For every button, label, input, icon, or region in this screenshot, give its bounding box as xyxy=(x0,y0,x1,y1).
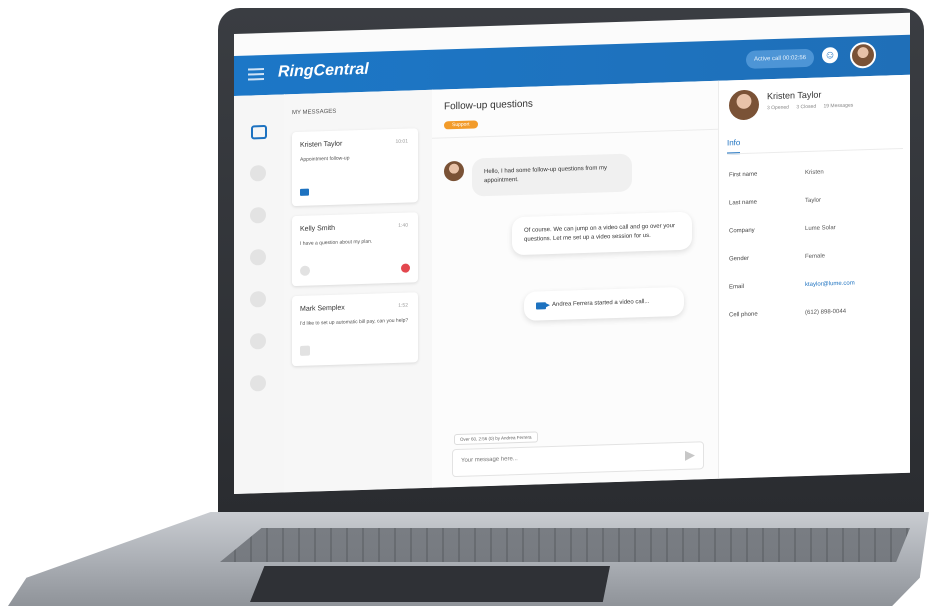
field-value: Female xyxy=(805,253,826,261)
conversation-title: Follow-up questions xyxy=(444,98,533,113)
field-label: Last name xyxy=(729,199,758,207)
contact-panel: Kristen Taylor 3 Opened 3 Closed 19 Mess… xyxy=(718,74,910,479)
field-value: Taylor xyxy=(805,197,822,205)
outgoing-message: Of course. We can jump on a video call a… xyxy=(512,211,692,256)
message-time: 1:40 xyxy=(398,222,408,229)
field-value: Kristen xyxy=(805,169,824,177)
message-time: 10:01 xyxy=(395,138,408,145)
message-card[interactable]: Mark Semplex 1:52 I'd like to set up aut… xyxy=(292,292,418,367)
laptop-trackpad xyxy=(250,566,610,602)
incoming-message: Hello, I had some follow-up questions fr… xyxy=(472,153,632,197)
message-preview: Appointment follow-up xyxy=(300,155,350,163)
active-call-badge[interactable]: Active call 00:02:56 xyxy=(746,48,815,69)
nav-item[interactable] xyxy=(250,206,266,224)
support-tag[interactable]: Support xyxy=(444,120,478,130)
message-list-title: MY MESSAGES xyxy=(292,108,337,117)
video-call-notice: Andrea Ferrera started a video call... xyxy=(524,286,684,321)
customer-avatar xyxy=(444,160,464,182)
field-row: Email ktaylor@lume.com xyxy=(729,279,905,290)
message-sender: Mark Semplex xyxy=(300,304,345,313)
field-row: Cell phone (612) 898-0044 xyxy=(729,307,905,319)
conversation-pane: Follow-up questions Support Hello, I had… xyxy=(432,80,718,488)
tab-info[interactable]: Info xyxy=(727,138,741,155)
smile-icon[interactable]: ☺ xyxy=(822,47,838,64)
field-label: Email xyxy=(729,283,745,291)
nav-item[interactable] xyxy=(250,374,266,392)
message-time: 1:52 xyxy=(398,302,408,309)
user-avatar[interactable] xyxy=(850,41,876,69)
channel-icon xyxy=(300,345,310,356)
message-preview: I'd like to set up automatic bill pay, c… xyxy=(300,317,409,327)
nav-item[interactable] xyxy=(250,248,266,266)
app-screen: RingCentral Active call 00:02:56 ☺ MY ME… xyxy=(234,12,910,494)
field-row: First name Kristen xyxy=(729,167,905,178)
send-icon[interactable] xyxy=(685,450,695,461)
field-row: Gender Female xyxy=(729,251,905,262)
message-sender: Kelly Smith xyxy=(300,224,336,233)
video-call-text: Andrea Ferrera started a video call... xyxy=(552,298,650,309)
message-card[interactable]: Kelly Smith 1:40 I have a question about… xyxy=(292,212,418,287)
divider xyxy=(727,147,903,155)
nav-rail xyxy=(234,94,285,494)
nav-item[interactable] xyxy=(250,164,266,182)
contact-stats: 3 Opened 3 Closed 19 Messages xyxy=(767,102,859,112)
divider xyxy=(432,128,718,139)
chat-icon[interactable] xyxy=(251,124,267,140)
unread-indicator xyxy=(401,263,410,273)
field-label: Cell phone xyxy=(729,311,758,319)
field-value: (612) 898-0044 xyxy=(805,308,847,317)
stat-messages: 19 Messages xyxy=(823,102,854,110)
field-label: First name xyxy=(729,171,758,179)
message-preview: I have a question about my plan. xyxy=(300,238,373,247)
filter-dropdown[interactable]: Over 60, 2:56 (0) by Andrea Ferrera xyxy=(454,431,538,446)
contact-name: Kristen Taylor xyxy=(767,89,822,102)
field-row: Company Lume Solar xyxy=(729,223,905,234)
message-list: MY MESSAGES Kristen Taylor 10:01 Appoint… xyxy=(284,89,433,493)
message-sender: Kristen Taylor xyxy=(300,140,343,149)
stat-closed: 3 Closed xyxy=(796,103,817,111)
menu-icon[interactable] xyxy=(248,68,264,81)
nav-item[interactable] xyxy=(250,290,266,308)
field-label: Company xyxy=(729,227,755,235)
nav-item[interactable] xyxy=(250,332,266,350)
field-value: Lume Solar xyxy=(805,225,836,233)
message-composer xyxy=(452,441,704,478)
stat-opened: 3 Opened xyxy=(767,104,789,112)
field-row: Last name Taylor xyxy=(729,195,905,207)
contact-avatar xyxy=(729,89,759,121)
laptop-keyboard xyxy=(220,528,910,562)
field-label: Gender xyxy=(729,255,750,263)
mail-icon xyxy=(300,188,309,196)
channel-icon xyxy=(300,265,310,276)
message-card[interactable]: Kristen Taylor 10:01 Appointment follow-… xyxy=(292,128,418,207)
brand-logo: RingCentral xyxy=(278,60,369,81)
video-icon xyxy=(536,302,546,310)
message-input[interactable] xyxy=(461,451,661,464)
email-link[interactable]: ktaylor@lume.com xyxy=(805,280,855,288)
